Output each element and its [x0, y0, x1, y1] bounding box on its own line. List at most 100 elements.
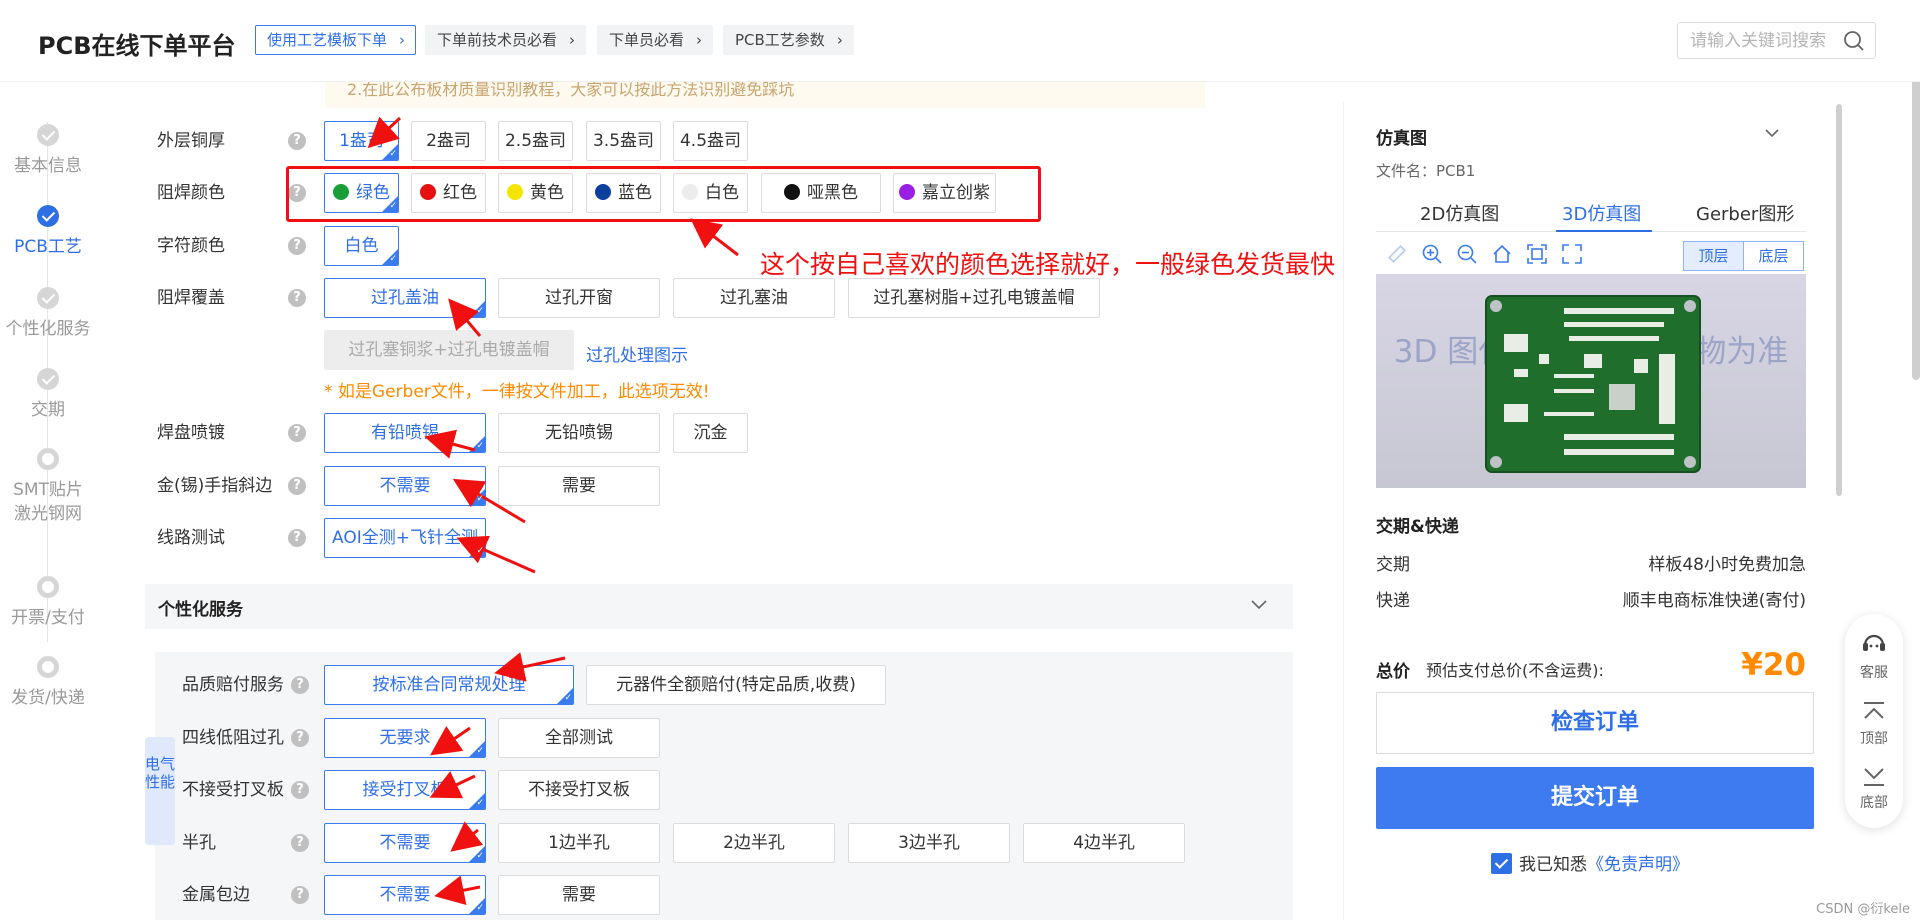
tab-3d[interactable]: 3D仿真图 — [1562, 200, 1641, 226]
option-half-hole-1[interactable]: 1边半孔 — [498, 823, 660, 863]
go-to-bottom-button[interactable]: 底部 — [1845, 764, 1903, 812]
option-four-wire-none[interactable]: 无要求 ✓ — [324, 718, 486, 758]
option-accept-x-out[interactable]: 接受打叉板 ✓ — [324, 770, 486, 810]
zoom-in-icon[interactable] — [1421, 243, 1443, 265]
option-half-hole-none[interactable]: 不需要 ✓ — [324, 823, 486, 863]
help-icon[interactable]: ? — [291, 729, 309, 747]
help-icon[interactable]: ? — [288, 424, 306, 442]
option-silk-white[interactable]: 白色 ✓ — [324, 226, 399, 266]
submit-order-button[interactable]: 提交订单 — [1376, 767, 1814, 829]
preview-tabs: 2D仿真图 3D仿真图 Gerber图形 — [1376, 186, 1806, 232]
headset-icon — [1863, 634, 1885, 651]
option-via-plugged[interactable]: 过孔塞油 — [673, 278, 835, 318]
option-gold-finger-yes[interactable]: 需要 — [498, 466, 660, 506]
option-via-open[interactable]: 过孔开窗 — [498, 278, 660, 318]
help-icon[interactable]: ? — [288, 289, 306, 307]
zoom-out-icon[interactable] — [1456, 243, 1478, 265]
option-metal-edge-yes[interactable]: 需要 — [498, 875, 660, 915]
option-full-compensation[interactable]: 元器件全额赔付(特定品质,收费) — [586, 665, 886, 705]
option-via-tented[interactable]: 过孔盖油 ✓ — [324, 278, 486, 318]
agree-checkbox[interactable] — [1491, 853, 1512, 874]
option-enig[interactable]: 沉金 — [673, 413, 748, 453]
disclaimer-agree: 我已知悉《免责声明》 — [1491, 850, 1689, 875]
step-shipping[interactable]: 发货/快递 — [0, 656, 96, 710]
search-icon[interactable] — [1843, 30, 1865, 52]
panel-title: 仿真图 — [1376, 129, 1427, 149]
section-title: 个性化服务 — [158, 600, 243, 620]
personal-service-section-header[interactable]: 个性化服务 — [145, 584, 1293, 629]
help-icon[interactable]: ? — [291, 781, 309, 799]
step-basic-info[interactable]: 基本信息 — [0, 124, 96, 178]
arrow-down-icon — [1864, 768, 1884, 786]
step-pcb-process[interactable]: PCB工艺 — [0, 205, 96, 259]
via-process-link[interactable]: 过孔处理图示 — [586, 341, 688, 366]
field-label: 线路测试 — [157, 528, 225, 548]
step-pending-icon — [37, 576, 59, 598]
search-input[interactable] — [1678, 23, 1838, 58]
nav-tech-must-read[interactable]: 下单前技术员必看 › — [425, 25, 587, 55]
option-reject-x-out[interactable]: 不接受打叉板 — [498, 770, 660, 810]
back-to-top-button[interactable]: 顶部 — [1845, 700, 1903, 748]
disclaimer-link[interactable]: 《免责声明》 — [1587, 855, 1689, 875]
help-icon[interactable]: ? — [288, 477, 306, 495]
check-icon: ✓ — [476, 798, 484, 808]
option-half-hole-2[interactable]: 2边半孔 — [673, 823, 835, 863]
nav-pcb-params[interactable]: PCB工艺参数 › — [723, 25, 854, 55]
option-3-5oz[interactable]: 3.5盎司 — [586, 121, 661, 161]
option-standard-contract[interactable]: 按标准合同常规处理 ✓ — [324, 665, 574, 705]
nav-order-must-read[interactable]: 下单员必看 › — [597, 25, 714, 55]
step-label-line: SMT贴片 — [13, 480, 83, 500]
option-2oz[interactable]: 2盎司 — [411, 121, 486, 161]
help-icon[interactable]: ? — [291, 676, 309, 694]
express-row: 快递 顺丰电商标准快递(寄付) — [1376, 586, 1806, 611]
help-icon[interactable]: ? — [288, 529, 306, 547]
layer-bottom-button[interactable]: 底层 — [1743, 241, 1804, 271]
option-via-resin-cap[interactable]: 过孔塞树脂+过孔电镀盖帽 — [848, 278, 1100, 318]
tab-gerber[interactable]: Gerber图形 — [1696, 200, 1794, 226]
nav-template-order[interactable]: 使用工艺模板下单 › — [255, 25, 417, 55]
step-invoice-pay[interactable]: 开票/支付 — [0, 576, 96, 630]
option-hasl-leaded[interactable]: 有铅喷锡 ✓ — [324, 413, 486, 453]
option-gold-finger-no[interactable]: 不需要 ✓ — [324, 466, 486, 506]
ruler-icon[interactable] — [1386, 243, 1408, 265]
step-delivery-time[interactable]: 交期 — [0, 368, 96, 422]
panel-scrollbar[interactable] — [1836, 104, 1842, 496]
option-4-5oz[interactable]: 4.5盎司 — [673, 121, 748, 161]
check-icon: ✓ — [476, 903, 484, 913]
help-icon[interactable]: ? — [291, 834, 309, 852]
customer-service-button[interactable]: 客服 — [1845, 628, 1903, 682]
nav-label: 使用工艺模板下单 — [267, 31, 388, 49]
chevron-down-icon — [1251, 600, 1267, 610]
option-aoi-flying-probe[interactable]: AOI全测+飞针全测 ✓ — [324, 518, 486, 558]
delivery-label: 交期 — [1376, 555, 1410, 575]
tab-2d[interactable]: 2D仿真图 — [1420, 200, 1499, 226]
help-icon[interactable]: ? — [291, 886, 309, 904]
option-label: 接受打叉板 — [362, 780, 448, 800]
option-half-hole-4[interactable]: 4边半孔 — [1023, 823, 1185, 863]
step-pending-icon — [37, 656, 59, 678]
option-hasl-leadfree[interactable]: 无铅喷锡 — [498, 413, 660, 453]
chevron-down-icon[interactable] — [1763, 124, 1781, 142]
pcb-3d-preview[interactable]: 3D 图仅供参考，以实物为准 — [1376, 274, 1806, 488]
help-icon[interactable]: ? — [288, 237, 306, 255]
help-icon[interactable]: ? — [288, 132, 306, 150]
option-metal-edge-no[interactable]: 不需要 ✓ — [324, 875, 486, 915]
fit-view-icon[interactable] — [1526, 243, 1548, 265]
option-label: 不需要 — [379, 885, 431, 905]
layer-top-button[interactable]: 顶层 — [1683, 241, 1744, 271]
step-personal-service[interactable]: 个性化服务 — [0, 287, 96, 341]
delivery-value: 样板48小时免费加急 — [1648, 555, 1806, 575]
nav-label: PCB工艺参数 — [735, 31, 825, 49]
fullscreen-icon[interactable] — [1561, 243, 1583, 265]
check-order-button[interactable]: 检查订单 — [1376, 692, 1814, 754]
total-price: ¥20 — [1741, 647, 1806, 683]
annotation-highlight-box — [286, 166, 1041, 222]
option-half-hole-3[interactable]: 3边半孔 — [848, 823, 1010, 863]
home-icon[interactable] — [1491, 243, 1513, 265]
step-smt[interactable]: SMT贴片 激光钢网 — [0, 448, 96, 526]
option-1oz[interactable]: 1盎司 ✓ — [324, 121, 399, 161]
option-2-5oz[interactable]: 2.5盎司 — [498, 121, 573, 161]
float-label: 客服 — [1860, 665, 1888, 681]
option-four-wire-all[interactable]: 全部测试 — [498, 718, 660, 758]
nav-label: 下单员必看 — [609, 31, 685, 49]
